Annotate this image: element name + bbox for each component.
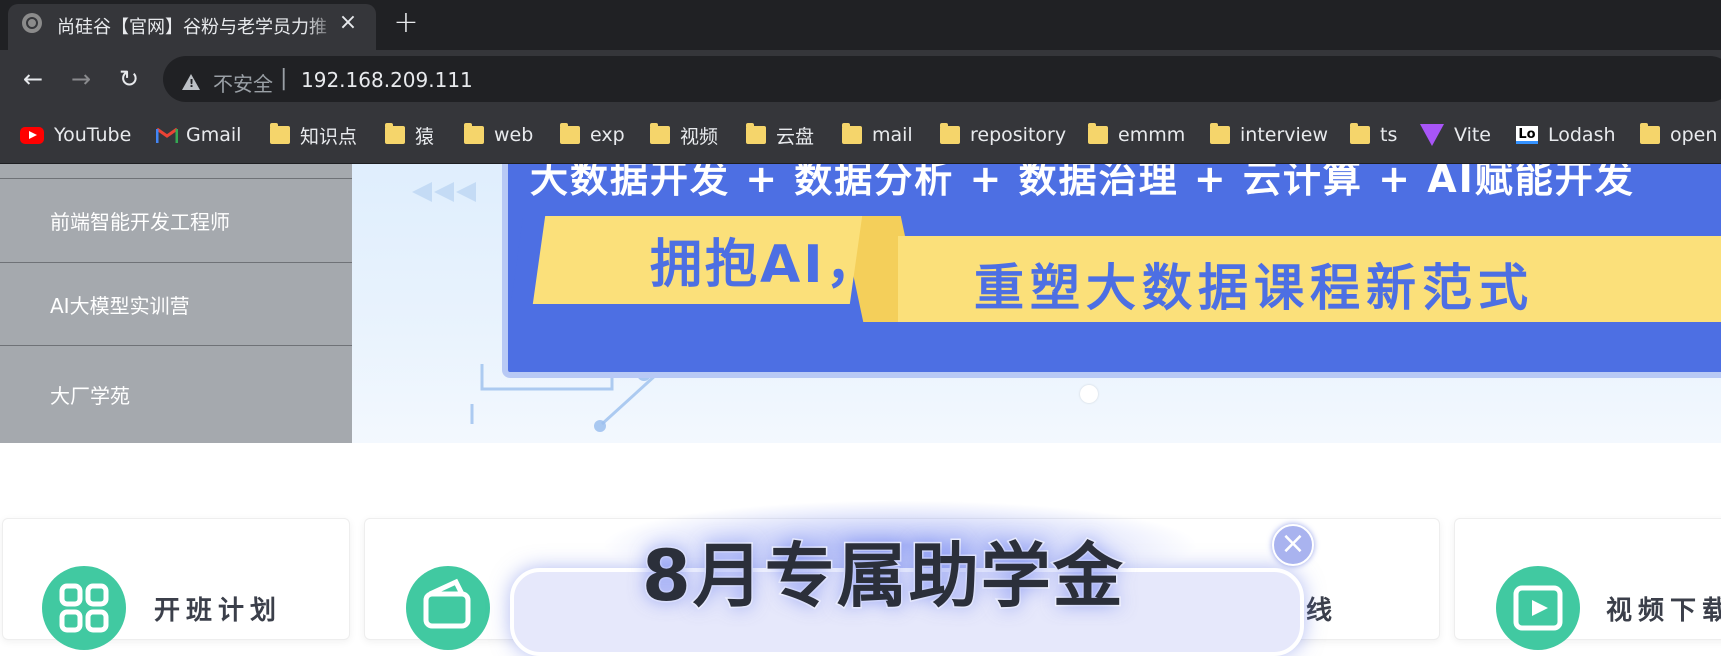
warning-mark: ! xyxy=(189,77,195,90)
banner-headline: 大数据开发 + 数据分析 + 数据治理 + 云计算 + AI赋能开发 xyxy=(530,164,1635,201)
bookmark-label: 视频 xyxy=(680,125,719,148)
bookmark-label: mail xyxy=(872,124,913,146)
url-text[interactable]: 192.168.209.111 xyxy=(301,68,473,92)
wallet-icon xyxy=(406,566,490,650)
folder-icon xyxy=(464,123,484,144)
new-tab-icon[interactable]: + xyxy=(392,8,420,38)
bookmark-folder[interactable]: repository xyxy=(940,118,1066,152)
bookmark-label: web xyxy=(494,124,534,146)
tab-title: 尚硅谷【官网】谷粉与老学员力推 xyxy=(57,17,327,38)
popup-title: 8月专属助学金 xyxy=(641,534,1125,619)
folder-icon xyxy=(385,123,405,144)
folder-icon xyxy=(1210,123,1230,144)
grid-icon xyxy=(42,566,126,650)
folder-icon xyxy=(560,123,580,144)
bookmark-label: ts xyxy=(1380,124,1398,146)
youtube-icon xyxy=(20,126,44,144)
folder-icon xyxy=(270,123,290,144)
nav-item-ai-model[interactable]: AI大模型实训营 xyxy=(0,290,352,320)
bookmark-label: interview xyxy=(1240,124,1329,146)
bookmark-folder[interactable]: 猿 xyxy=(385,118,434,152)
bookmark-label: Lodash xyxy=(1548,124,1616,146)
bookmark-label: 云盘 xyxy=(776,125,815,148)
folder-icon xyxy=(940,123,960,144)
bookmark-label: exp xyxy=(590,124,625,146)
banner-tag: 拥抱AI， xyxy=(650,235,881,295)
tab-close-icon[interactable]: × xyxy=(336,11,360,35)
bookmark-folder[interactable]: 知识点 xyxy=(270,118,357,152)
bookmark-folder[interactable]: emmm xyxy=(1088,118,1185,152)
bookmark-youtube[interactable]: YouTube xyxy=(20,118,131,152)
banner-slogan: 重塑大数据课程新范式 xyxy=(974,259,1534,317)
bookmark-gmail[interactable]: Gmail xyxy=(155,118,242,152)
reload-icon[interactable]: ↻ xyxy=(118,67,140,91)
bookmark-folder[interactable]: mail xyxy=(842,118,913,152)
bookmark-label: Gmail xyxy=(186,124,242,146)
folder-icon xyxy=(746,123,766,144)
folder-icon xyxy=(650,123,670,144)
bookmark-folder[interactable]: exp xyxy=(560,118,625,152)
hero-banner[interactable]: 大数据开发 + 数据分析 + 数据治理 + 云计算 + AI赋能开发 拥抱AI，… xyxy=(352,164,1721,443)
nav-item-big-factory[interactable]: 大厂学苑 xyxy=(0,380,352,410)
bookmark-folder[interactable]: ts xyxy=(1350,118,1397,152)
nav-item-label: AI大模型实训营 xyxy=(50,294,190,318)
folder-icon xyxy=(842,123,862,144)
folder-icon xyxy=(1350,123,1370,144)
globe-icon xyxy=(22,13,42,33)
forward-arrow-icon[interactable]: → xyxy=(70,67,92,91)
vite-icon xyxy=(1420,124,1444,146)
bookmark-folder[interactable]: 云盘 xyxy=(746,118,814,152)
folder-icon xyxy=(1640,123,1660,144)
bookmark-label: 猿 xyxy=(415,125,435,148)
nav-divider xyxy=(0,178,352,179)
close-icon[interactable]: × xyxy=(1272,524,1314,566)
nav-divider xyxy=(0,345,352,346)
card-title: 开班计划 xyxy=(154,596,283,626)
bookmark-vite[interactable]: Vite xyxy=(1420,118,1491,152)
gmail-icon xyxy=(155,126,179,144)
back-arrow-icon[interactable]: ← xyxy=(22,67,44,91)
lodash-icon: Lo xyxy=(1516,126,1538,144)
bookmark-folder[interactable]: open xyxy=(1640,118,1717,152)
nav-item-label: 大厂学苑 xyxy=(50,384,130,408)
bookmark-label: open xyxy=(1670,124,1718,146)
nav-divider xyxy=(0,262,352,263)
url-separator: | xyxy=(280,66,288,91)
carousel-indicator-dot[interactable] xyxy=(1080,385,1098,403)
security-label[interactable]: 不安全 xyxy=(213,68,273,97)
bookmark-label: YouTube xyxy=(54,124,132,146)
folder-icon xyxy=(1088,123,1108,144)
bookmark-label: emmm xyxy=(1118,124,1186,146)
card-title: 视频下载 xyxy=(1606,596,1721,626)
nav-item-frontend-ai[interactable]: 前端智能开发工程师 xyxy=(0,206,352,236)
bookmark-label: repository xyxy=(970,124,1067,146)
video-icon xyxy=(1496,566,1580,650)
nav-item-label: 前端智能开发工程师 xyxy=(50,210,230,234)
bookmark-lodash[interactable]: Lo Lodash xyxy=(1516,118,1616,152)
bookmark-label: 知识点 xyxy=(300,125,358,148)
bookmark-folder[interactable]: interview xyxy=(1210,118,1328,152)
bookmark-label: Vite xyxy=(1454,124,1491,146)
bookmark-folder[interactable]: web xyxy=(464,118,533,152)
bookmark-folder[interactable]: 视频 xyxy=(650,118,718,152)
